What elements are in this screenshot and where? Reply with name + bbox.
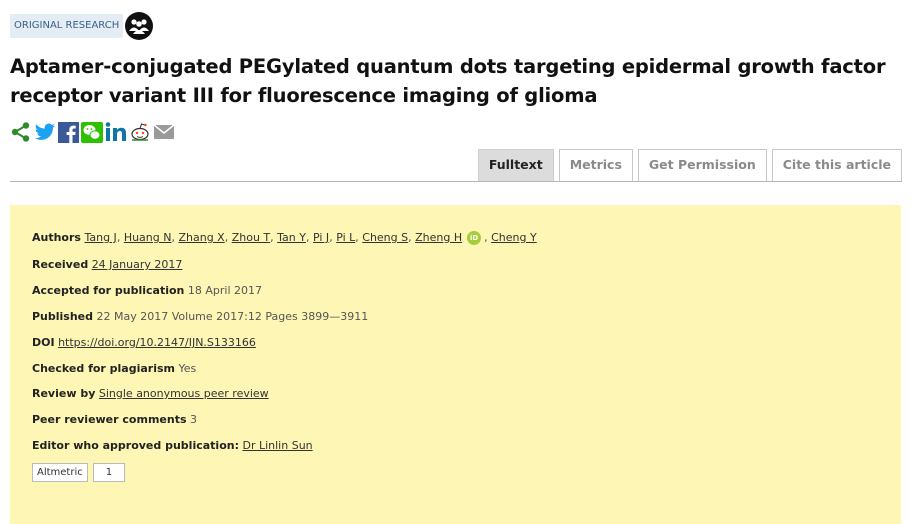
author-link[interactable]: Pi J	[313, 231, 329, 244]
author-link[interactable]: Zhou T	[232, 231, 270, 244]
author-link[interactable]: Huang N	[124, 231, 172, 244]
doi-link[interactable]: https://doi.org/10.2147/IJN.S133166	[58, 336, 256, 349]
author-link[interactable]: Pi L	[336, 231, 355, 244]
facebook-icon[interactable]	[58, 121, 79, 143]
article-type-badge[interactable]: ORIGINAL RESEARCH	[10, 14, 124, 38]
orcid-icon[interactable]: iD	[467, 231, 482, 245]
article-type-row: ORIGINAL RESEARCH	[10, 12, 154, 40]
published-value: 22 May 2017 Volume 2017:12 Pages 3899—39…	[96, 310, 369, 323]
published-label: Published	[32, 310, 94, 323]
editor-link[interactable]: Dr Linlin Sun	[242, 439, 312, 452]
received-label: Received	[32, 258, 89, 271]
share-bar	[10, 121, 175, 143]
comments-count: 3	[190, 413, 197, 426]
article-info-panel: Authors Tang J, Huang N, Zhang X, Zhou T…	[10, 205, 901, 524]
altmetric-count[interactable]: 1	[92, 463, 126, 482]
accepted-label: Accepted for publication	[32, 284, 185, 297]
article-tabs: Fulltext Metrics Get Permission Cite thi…	[477, 149, 902, 181]
tab-cite-this-article[interactable]: Cite this article	[771, 149, 902, 181]
plagiarism-label: Checked for plagiarism	[32, 362, 176, 375]
received-date[interactable]: 24 January 2017	[92, 258, 183, 271]
editor-label: Editor who approved publication:	[32, 439, 239, 452]
author-link[interactable]: Tang J	[84, 231, 116, 244]
share-icon[interactable]	[10, 121, 32, 143]
doi-row: DOI https://doi.org/10.2147/IJN.S133166	[32, 336, 256, 350]
plagiarism-value: Yes	[178, 362, 197, 375]
reddit-icon[interactable]	[129, 122, 151, 142]
accepted-row: Accepted for publication 18 April 2017	[32, 284, 262, 298]
authors-label: Authors	[32, 231, 81, 244]
review-link[interactable]: Single anonymous peer review	[99, 387, 269, 400]
author-link[interactable]: Zheng H	[415, 231, 462, 244]
editor-row: Editor who approved publication: Dr Linl…	[32, 439, 313, 453]
review-label: Review by	[32, 387, 96, 400]
comments-row: Peer reviewer comments 3	[32, 413, 197, 427]
author-link[interactable]: Zhang X	[178, 231, 224, 244]
tabs-divider	[10, 181, 902, 182]
authors-row: Authors Tang J, Huang N, Zhang X, Zhou T…	[32, 231, 537, 245]
altmetric-widget[interactable]: Altmetric 1	[32, 463, 126, 482]
peer-group-icon	[125, 12, 154, 40]
accepted-date: 18 April 2017	[187, 284, 263, 297]
twitter-icon[interactable]	[34, 121, 56, 143]
email-icon[interactable]	[153, 123, 175, 141]
received-row: Received 24 January 2017	[32, 258, 182, 272]
comments-label: Peer reviewer comments	[32, 413, 187, 426]
tab-metrics[interactable]: Metrics	[558, 149, 633, 181]
tab-get-permission[interactable]: Get Permission	[637, 149, 767, 181]
author-link[interactable]: Cheng Y	[491, 231, 537, 244]
author-link[interactable]: Tan Y	[277, 231, 306, 244]
tab-fulltext[interactable]: Fulltext	[477, 149, 554, 181]
altmetric-badge[interactable]: Altmetric	[32, 463, 88, 482]
plagiarism-row: Checked for plagiarism Yes	[32, 362, 196, 376]
doi-label: DOI	[32, 336, 55, 349]
linkedin-icon[interactable]	[105, 122, 127, 142]
article-title: Aptamer-conjugated PEGylated quantum dot…	[10, 55, 886, 107]
author-link[interactable]: Cheng S	[362, 231, 408, 244]
published-row: Published 22 May 2017 Volume 2017:12 Pag…	[32, 310, 368, 324]
wechat-icon[interactable]	[81, 121, 103, 143]
review-row: Review by Single anonymous peer review	[32, 387, 269, 401]
